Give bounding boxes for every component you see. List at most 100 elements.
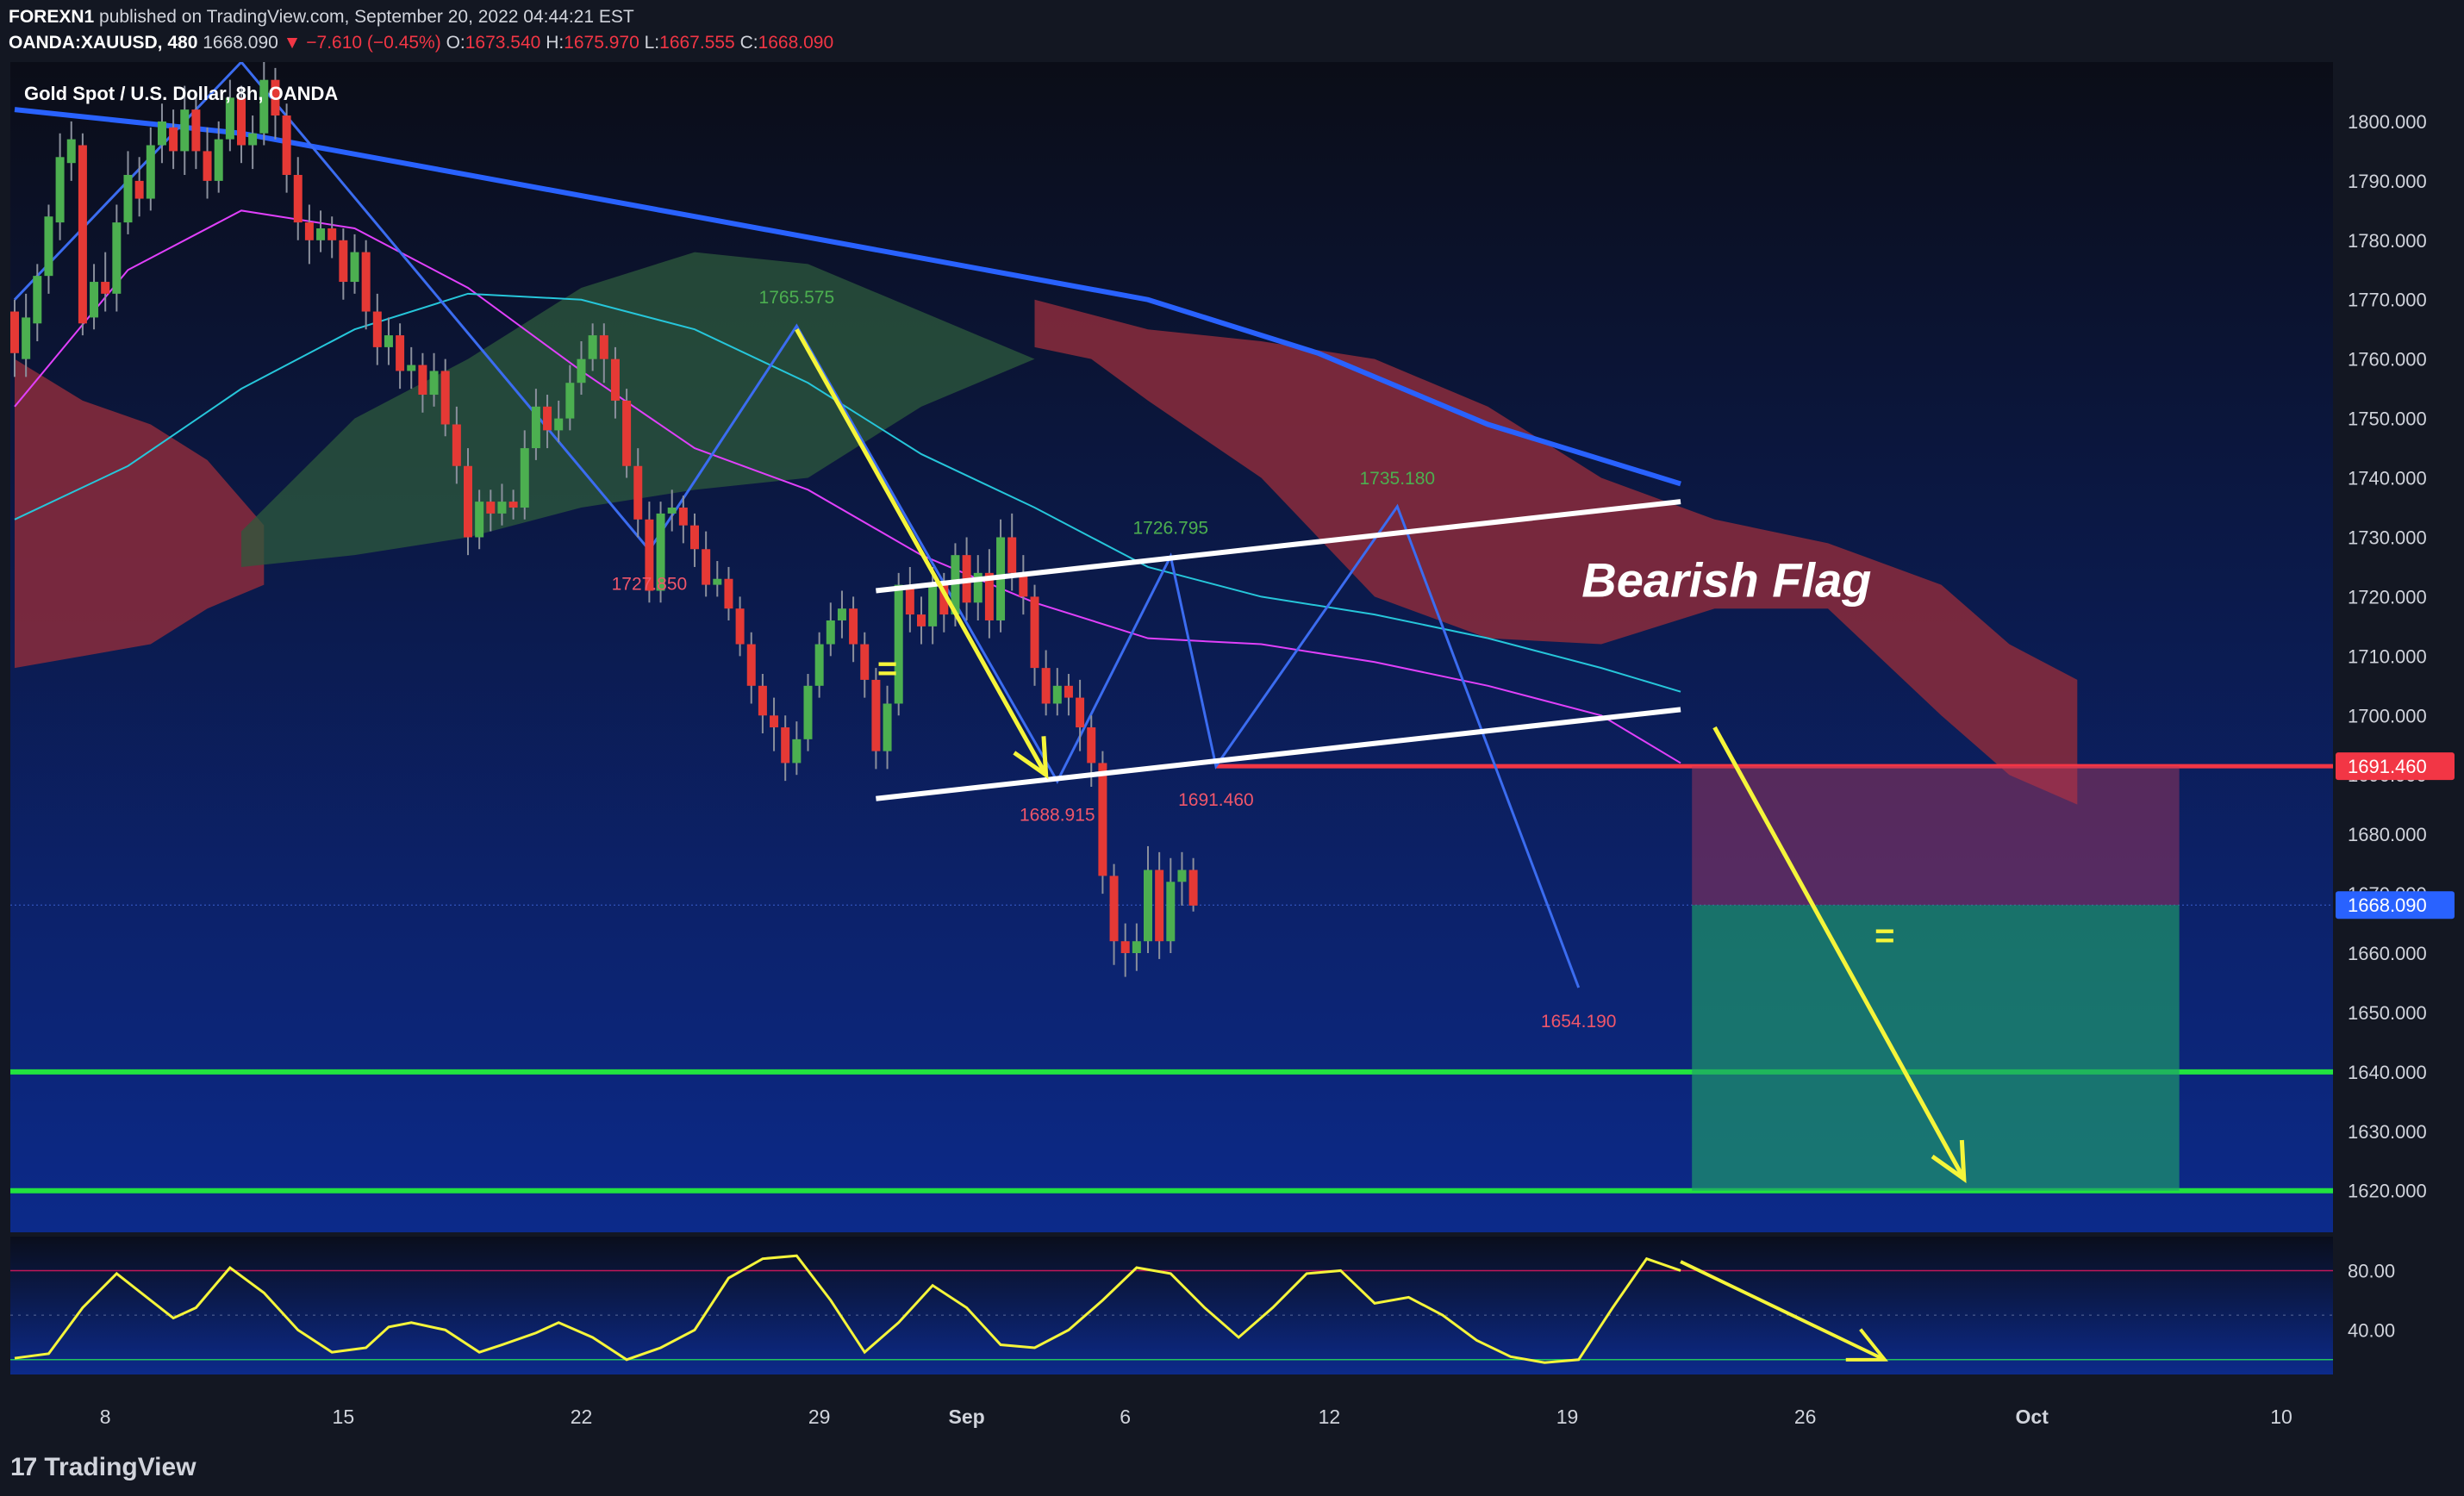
pivot-label: 1654.190	[1541, 1012, 1617, 1032]
oscillator-tick-label: 40.00	[2348, 1319, 2395, 1341]
footer: 17 TradingView	[0, 1441, 2464, 1496]
candle-body	[917, 614, 926, 626]
candle-body	[123, 174, 133, 223]
candle-body	[78, 145, 87, 324]
candle-body	[781, 727, 790, 764]
time-tick-label: 8	[100, 1406, 111, 1428]
candle-body	[678, 508, 688, 526]
time-tick-label: Sep	[949, 1406, 985, 1428]
candle-body	[339, 240, 348, 283]
candle-body	[10, 311, 19, 353]
price-chart[interactable]: = = 1765.575 1727.850 1726.795 1735.180 1688.…	[0, 0, 2464, 1496]
pivot-label: 1727.850	[612, 574, 688, 594]
candle-body	[746, 644, 756, 686]
symbol-label[interactable]: OANDA:XAUUSD, 480	[9, 33, 197, 53]
candle-body	[361, 252, 371, 312]
low-value: 1667.555	[659, 33, 735, 53]
publisher-name[interactable]: FOREXN1	[9, 7, 94, 27]
candle-body	[293, 174, 303, 223]
candle-body	[22, 317, 31, 359]
candle-body	[440, 371, 450, 425]
candle-body	[1087, 727, 1096, 764]
candle-body	[1064, 685, 1073, 698]
candle-body	[112, 222, 122, 294]
time-tick-label: 19	[1556, 1406, 1579, 1428]
candle-body	[588, 335, 597, 359]
candle-body	[1041, 668, 1051, 704]
candle-body	[1076, 697, 1085, 728]
price-tick-label: 1800.000	[2348, 111, 2427, 133]
ohlc-line: OANDA:XAUUSD, 480 1668.090 ▼ −7.610 (−0.…	[9, 33, 833, 53]
bearish-flag-annotation: Bearish Flag	[1581, 552, 1871, 607]
time-tick-label: Oct	[2016, 1406, 2049, 1428]
price-tick-label: 1660.000	[2348, 943, 2427, 964]
candle-body	[1144, 870, 1152, 942]
candle-body	[610, 358, 620, 401]
candle-body	[554, 418, 564, 431]
time-tick-label: 12	[1319, 1406, 1341, 1428]
price-tick-label: 1640.000	[2348, 1062, 2427, 1083]
candle-body	[702, 549, 711, 585]
pivot-label: 1688.915	[1020, 806, 1095, 826]
candle-body	[770, 715, 779, 728]
candle-body	[1007, 537, 1017, 573]
candle-body	[134, 180, 144, 199]
candle-body	[90, 282, 99, 318]
candle-body	[44, 216, 53, 277]
publish-line: FOREXN1 published on TradingView.com, Se…	[9, 7, 634, 28]
candle-body	[327, 228, 337, 240]
level-price-badge-text: 1691.460	[2348, 756, 2427, 777]
candle-body	[826, 620, 835, 645]
candle-body	[146, 145, 155, 199]
time-tick-label: 29	[808, 1406, 831, 1428]
time-tick-label: 15	[333, 1406, 355, 1428]
candle-body	[871, 679, 881, 751]
candle-body	[384, 335, 393, 347]
candle-body	[497, 502, 507, 514]
candle-body	[860, 644, 870, 680]
candle-body	[724, 578, 733, 609]
candle-body	[55, 157, 65, 223]
candle-body	[543, 406, 552, 431]
tradingview-logo[interactable]: 17 TradingView	[10, 1453, 196, 1482]
candle-body	[248, 133, 258, 146]
candle-body	[837, 608, 846, 620]
candle-body	[418, 365, 427, 396]
candle-body	[282, 115, 291, 175]
candle-body	[814, 644, 824, 686]
candle-body	[1052, 685, 1062, 704]
equal-mark-0: =	[877, 650, 897, 688]
time-tick-label: 10	[2270, 1406, 2292, 1428]
candle-body	[1030, 596, 1039, 669]
candle-body	[101, 282, 110, 294]
candle-body	[214, 139, 223, 181]
pivot-label: 1735.180	[1360, 469, 1436, 489]
candle-body	[1109, 876, 1119, 942]
candle-body	[157, 121, 166, 146]
candle-body	[565, 383, 575, 419]
price-axis-background	[2333, 62, 2464, 1441]
price-tick-label: 1770.000	[2348, 290, 2427, 311]
candle-body	[520, 448, 529, 508]
candle-body	[33, 276, 42, 324]
candle-body	[577, 358, 586, 383]
candle-body	[883, 703, 892, 751]
low-label: L:	[644, 33, 660, 53]
candle-body	[599, 335, 608, 359]
tradingview-logo-icon: 17	[10, 1453, 37, 1481]
price-tick-label: 1780.000	[2348, 230, 2427, 252]
candle-body	[407, 365, 416, 371]
candle-body	[1155, 870, 1164, 942]
candle-body	[803, 685, 813, 739]
price-tick-label: 1760.000	[2348, 349, 2427, 371]
close-label: C:	[739, 33, 758, 53]
price-tick-label: 1720.000	[2348, 586, 2427, 608]
price-tick-label: 1710.000	[2348, 645, 2427, 667]
candle-body	[758, 685, 767, 716]
price-tick-label: 1730.000	[2348, 527, 2427, 548]
oscillator-tick-label: 80.00	[2348, 1260, 2395, 1281]
candle-body	[849, 608, 858, 645]
close-value: 1668.090	[758, 33, 834, 53]
position-target-zone	[1692, 905, 2180, 1191]
candle-body	[508, 502, 518, 508]
